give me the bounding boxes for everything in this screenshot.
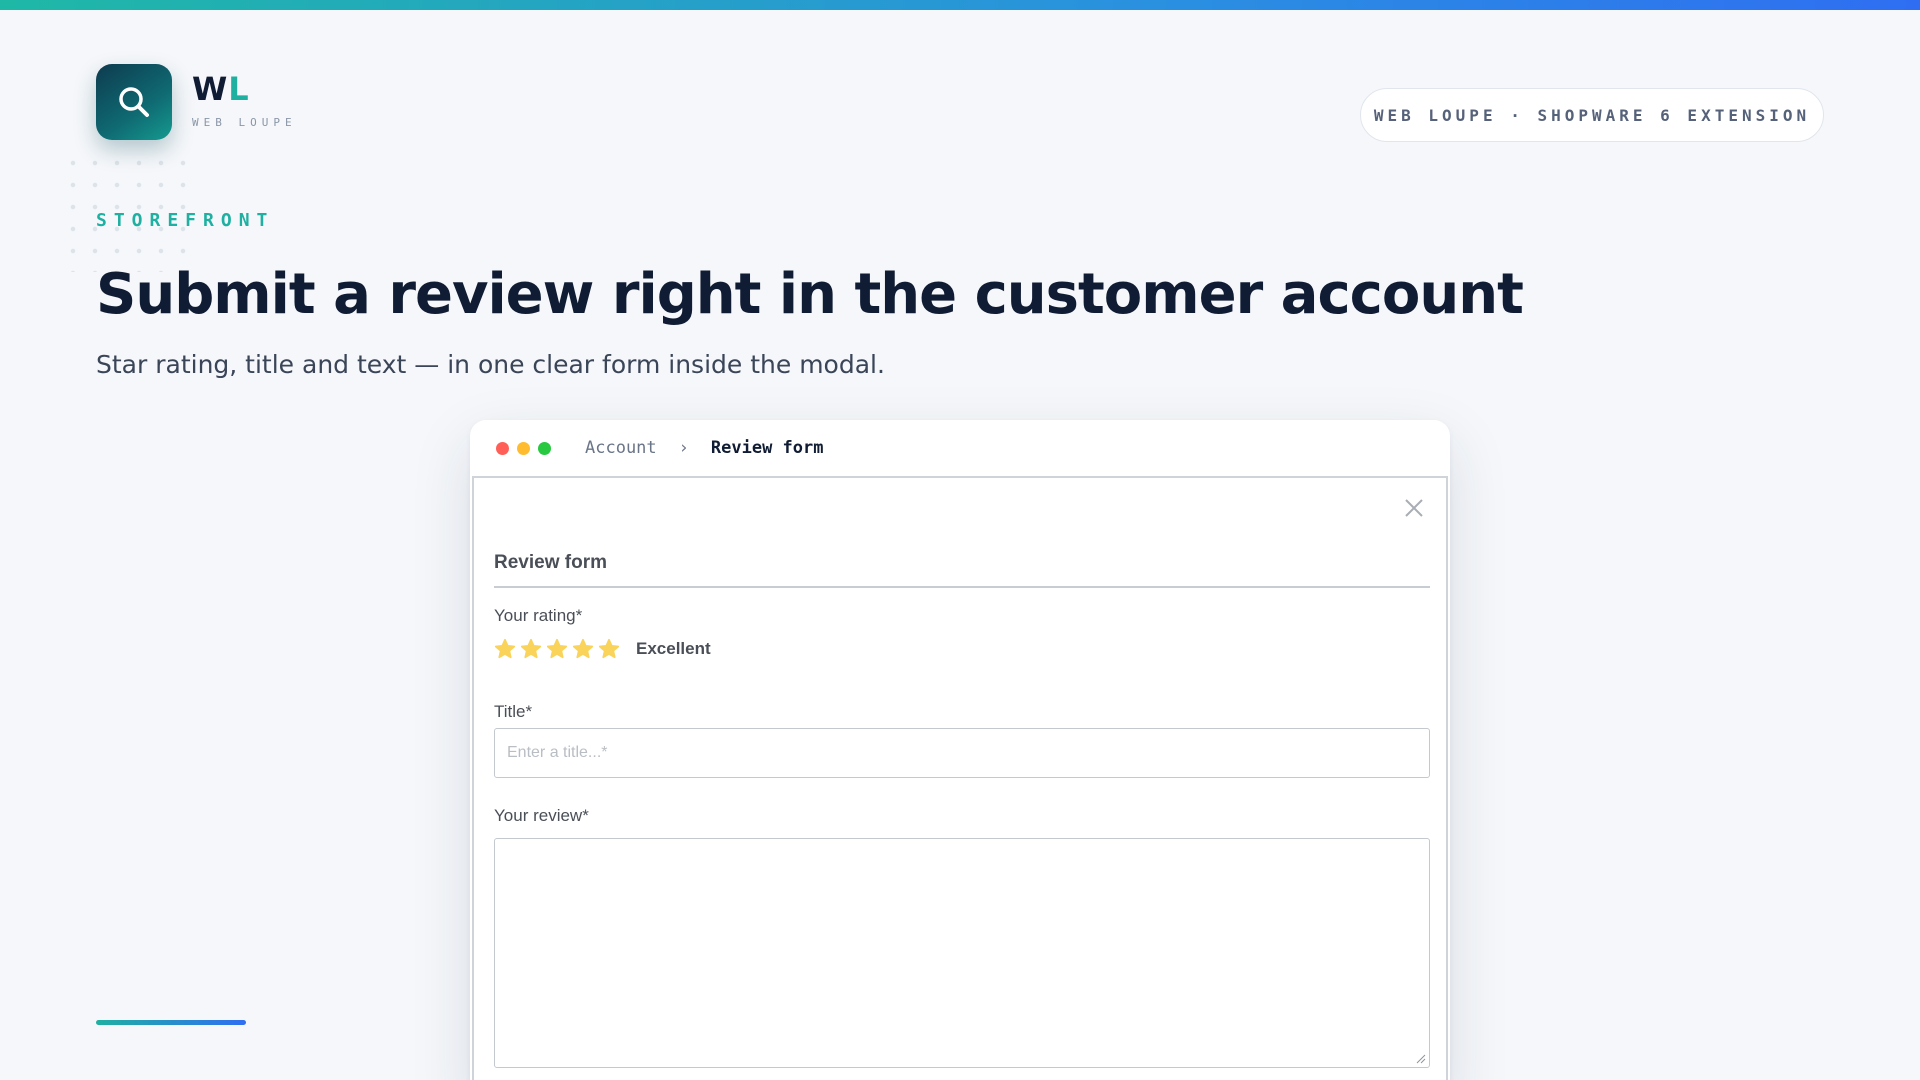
search-icon <box>119 87 149 117</box>
star-icon[interactable] <box>520 638 542 660</box>
logo-initial-w: W <box>192 70 229 108</box>
star-icon[interactable] <box>572 638 594 660</box>
star-icon[interactable] <box>494 638 516 660</box>
breadcrumb-separator: › <box>678 438 689 458</box>
window-titlebar: Account › Review form <box>470 420 1450 476</box>
section-eyebrow: STOREFRONT <box>96 210 275 231</box>
top-gradient-bar <box>0 0 1920 10</box>
browser-window: Account › Review form Review form Your r… <box>470 420 1450 1080</box>
maximize-window-button[interactable] <box>538 441 551 455</box>
logo-initial-l: L <box>228 70 250 108</box>
title-input[interactable] <box>494 728 1430 778</box>
star-rating[interactable]: Excellent <box>494 638 711 660</box>
review-field-label: Your review* <box>494 806 589 825</box>
product-pill: WEB LOUPE · SHOPWARE 6 EXTENSION <box>1360 88 1824 142</box>
breadcrumb: Account › Review form <box>585 438 824 458</box>
rating-value-text: Excellent <box>636 639 711 658</box>
accent-underline <box>96 1020 246 1025</box>
close-window-button[interactable] <box>496 441 509 455</box>
review-textarea[interactable] <box>494 838 1430 1068</box>
modal-title: Review form <box>494 552 607 573</box>
title-field-label: Title* <box>494 702 533 721</box>
close-icon[interactable] <box>1402 496 1426 520</box>
resize-handle-icon[interactable] <box>1414 1052 1426 1064</box>
modal-divider <box>494 586 1430 588</box>
minimize-window-button[interactable] <box>517 441 530 455</box>
review-modal: Review form Your rating* Excellent Title… <box>472 476 1448 1080</box>
logo-wordmark: WL <box>192 70 250 108</box>
star-icon[interactable] <box>598 638 620 660</box>
rating-label: Your rating* <box>494 606 583 625</box>
breadcrumb-current: Review form <box>710 438 824 458</box>
logo-badge <box>96 64 172 140</box>
page-title: Submit a review right in the customer ac… <box>96 262 1524 327</box>
logo-subtitle: WEB LOUPE <box>192 116 297 129</box>
window-controls <box>496 441 551 455</box>
page-subtitle: Star rating, title and text — in one cle… <box>96 350 885 379</box>
star-icon[interactable] <box>546 638 568 660</box>
breadcrumb-account[interactable]: Account <box>585 438 657 458</box>
